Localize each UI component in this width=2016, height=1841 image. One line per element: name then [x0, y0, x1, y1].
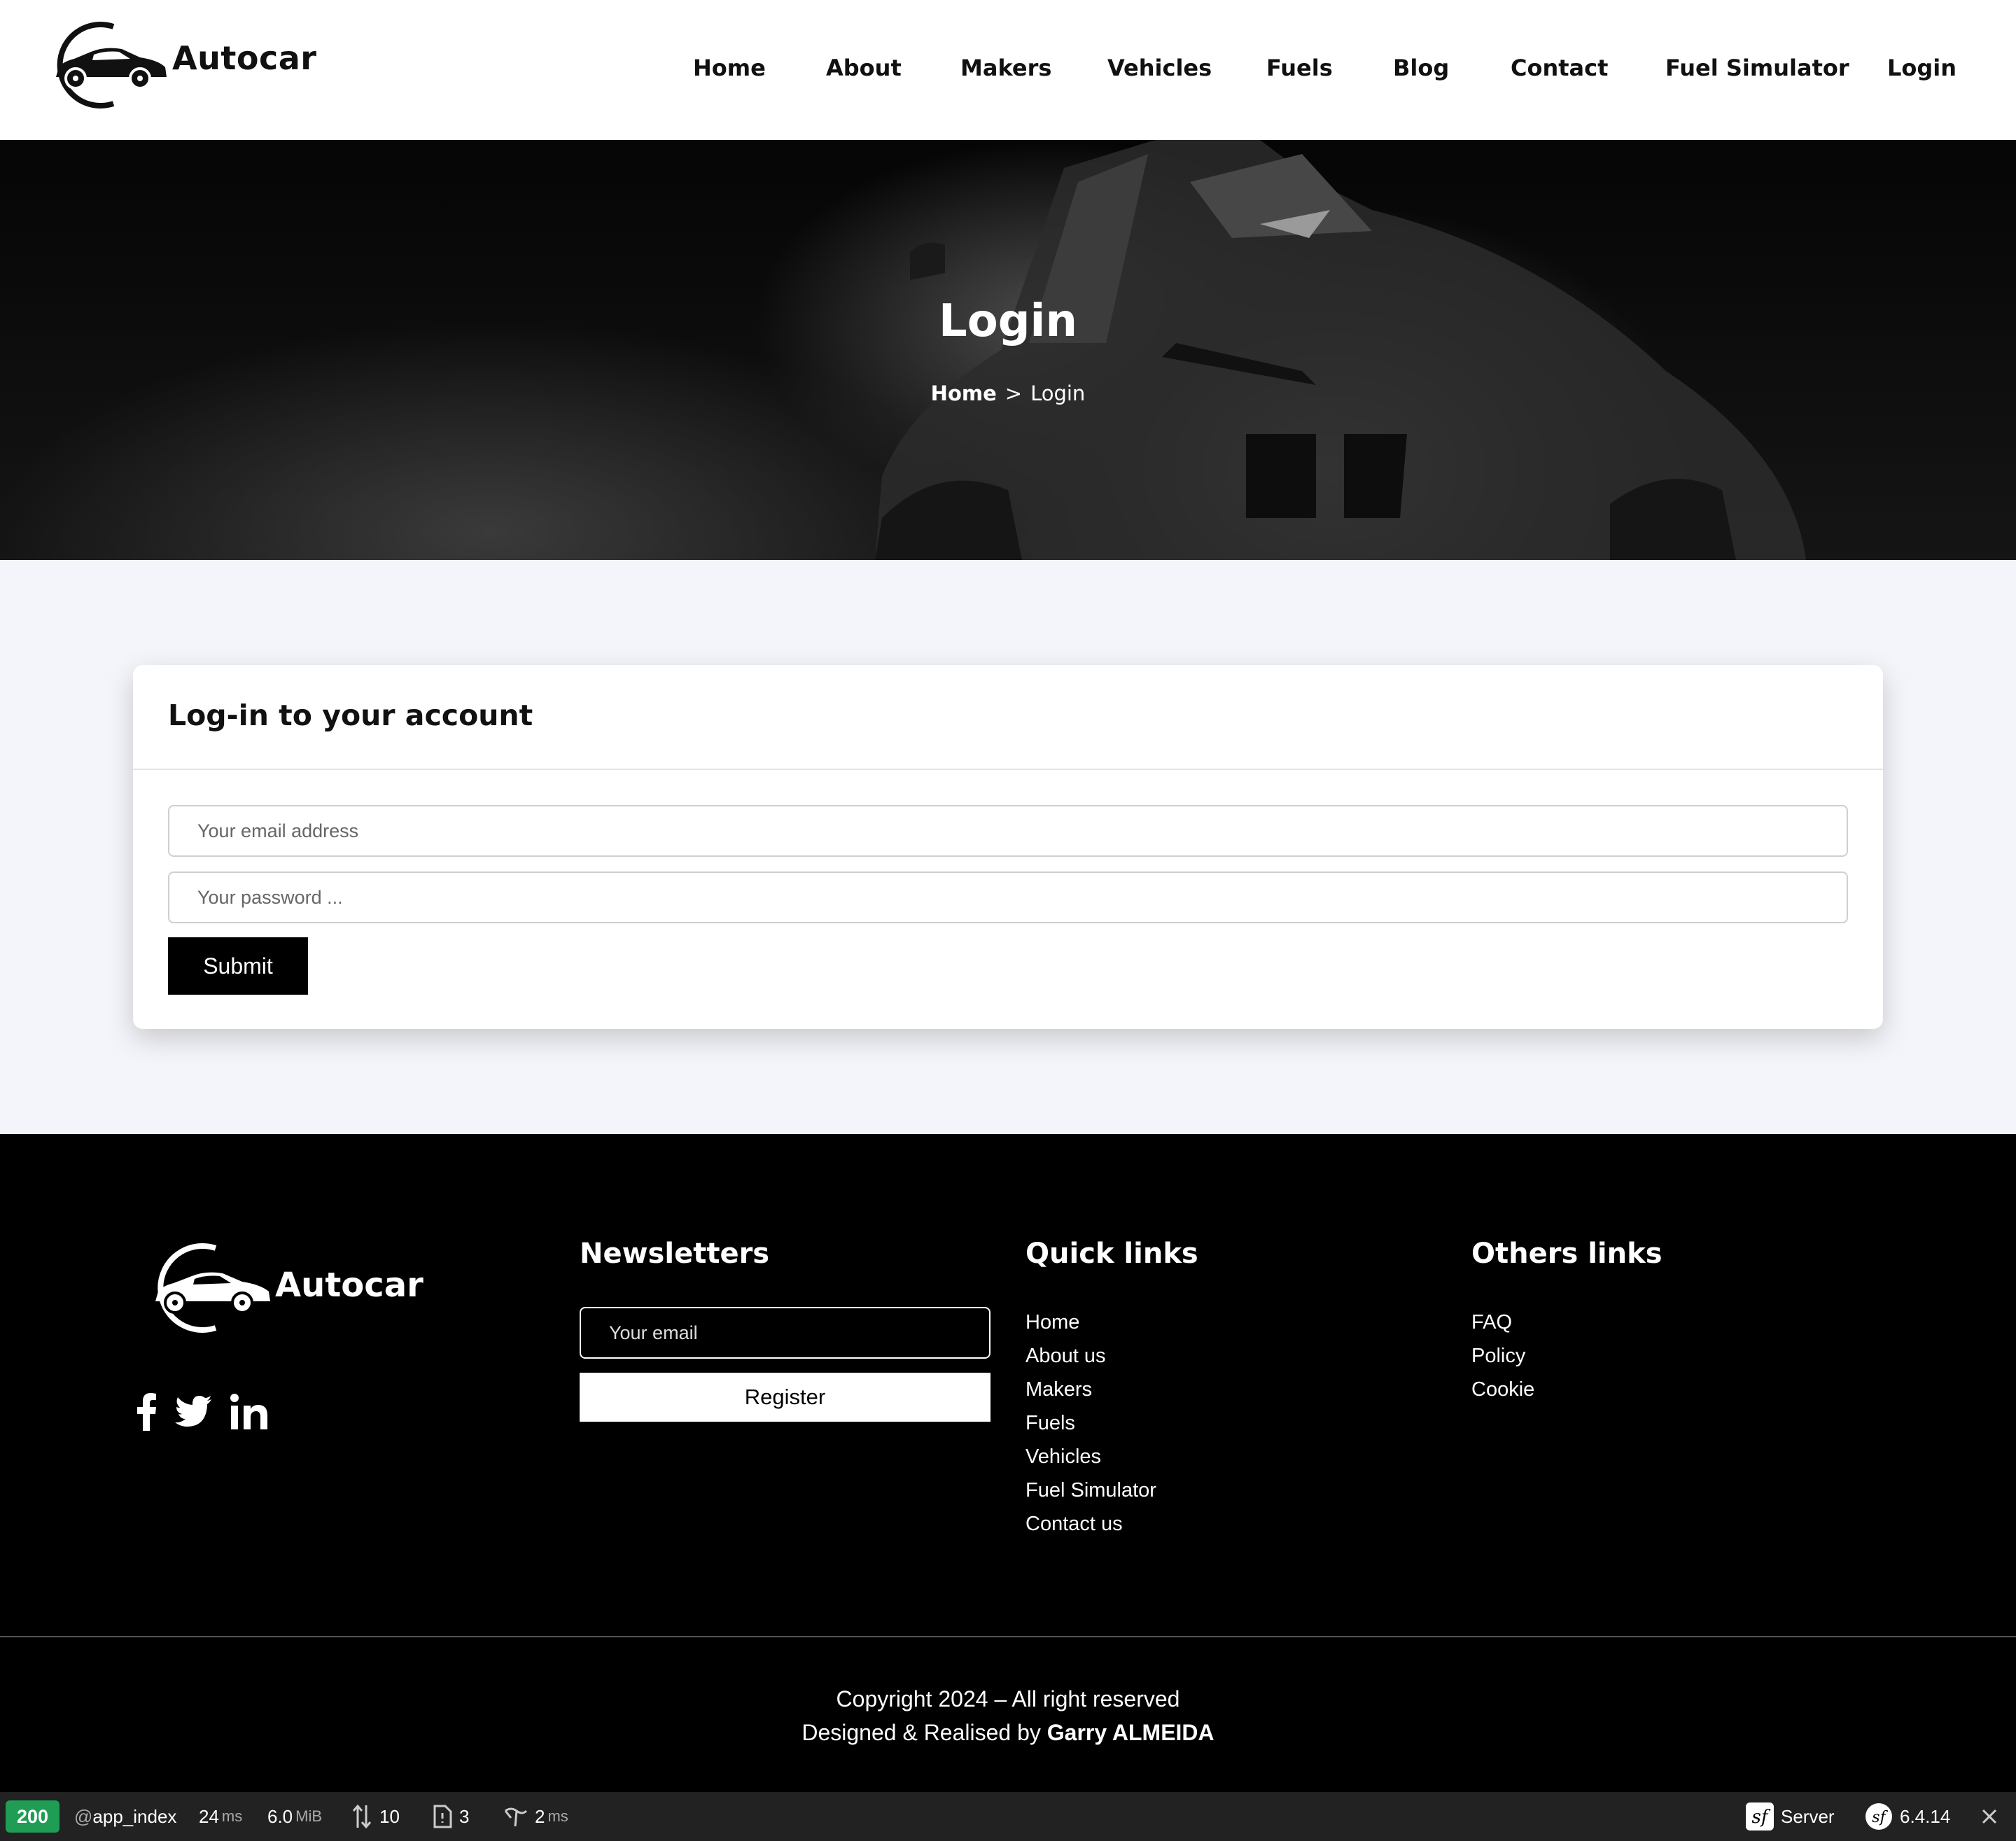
nav-vehicles[interactable]: Vehicles: [1107, 55, 1212, 81]
version-label: 6.4.14: [1900, 1805, 1951, 1827]
time-unit: ms: [221, 1807, 243, 1825]
submit-button[interactable]: Submit: [168, 937, 308, 995]
twitter-icon[interactable]: [175, 1396, 211, 1428]
close-icon: [1982, 1809, 1997, 1824]
credit-name: Garry ALMEIDA: [1046, 1720, 1214, 1745]
login-title: Log-in to your account: [168, 699, 533, 732]
credit-line: Designed & Realised by Garry ALMEIDA: [0, 1716, 2016, 1749]
list-item: About us: [1026, 1339, 1156, 1373]
quick-link-fuel-simulator[interactable]: Fuel Simulator: [1026, 1479, 1156, 1502]
list-item: Home: [1026, 1306, 1156, 1339]
nav-blog[interactable]: Blog: [1393, 55, 1449, 81]
file-icon: [433, 1805, 452, 1828]
files-count: 3: [459, 1805, 470, 1827]
quick-link-vehicles[interactable]: Vehicles: [1026, 1446, 1101, 1468]
other-link-cookie[interactable]: Cookie: [1471, 1378, 1534, 1401]
copyright-text: Copyright 2024 – All right reserved: [836, 1686, 1180, 1712]
main-nav: Home About Makers Vehicles Fuels Blog Co…: [0, 55, 2016, 87]
requests-item[interactable]: 10: [351, 1792, 400, 1841]
quick-link-fuels[interactable]: Fuels: [1026, 1412, 1075, 1434]
hero-banner: Login Home > Login: [0, 140, 2016, 560]
login-card-header: Log-in to your account: [133, 665, 1883, 770]
newsletter-title: Newsletters: [580, 1238, 770, 1270]
events-item[interactable]: 2 ms: [504, 1792, 568, 1841]
nav-fuel-simulator[interactable]: Fuel Simulator: [1665, 55, 1849, 81]
server-item[interactable]: sf Server: [1746, 1792, 1835, 1841]
list-item: Fuel Simulator: [1026, 1474, 1156, 1507]
memory-unit: MiB: [295, 1807, 323, 1825]
nav-fuels[interactable]: Fuels: [1266, 55, 1333, 81]
nav-home[interactable]: Home: [693, 55, 766, 81]
requests-count: 10: [379, 1805, 400, 1827]
list-item: Vehicles: [1026, 1440, 1156, 1474]
breadcrumb-home[interactable]: Home: [931, 382, 997, 405]
nav-login[interactable]: Login: [1887, 55, 1956, 81]
list-item: Policy: [1471, 1339, 1534, 1373]
events-unit: ms: [547, 1807, 568, 1825]
symfony-icon: sf: [1746, 1802, 1774, 1830]
list-item: Makers: [1026, 1373, 1156, 1406]
other-links-list: FAQ Policy Cookie: [1471, 1306, 1534, 1406]
events-value: 2: [535, 1805, 545, 1827]
login-card: Log-in to your account Submit: [133, 665, 1883, 1029]
social-links: [137, 1393, 267, 1431]
quick-link-home[interactable]: Home: [1026, 1311, 1079, 1334]
hero-car-image: [875, 140, 1806, 560]
newsletter-email-field[interactable]: [580, 1307, 990, 1359]
copyright: Copyright 2024 – All right reserved Desi…: [0, 1682, 2016, 1749]
event-icon: [504, 1807, 528, 1827]
list-item: Cookie: [1471, 1373, 1534, 1406]
footer-logo-text: Autocar: [275, 1266, 424, 1305]
other-link-faq[interactable]: FAQ: [1471, 1311, 1512, 1334]
footer-logo[interactable]: Autocar: [132, 1242, 424, 1334]
requests-icon: [352, 1804, 372, 1829]
list-item: Fuels: [1026, 1406, 1156, 1440]
other-links-title: Others links: [1471, 1238, 1662, 1270]
password-field[interactable]: [168, 872, 1848, 923]
version-item[interactable]: sf 6.4.14: [1865, 1792, 1950, 1841]
route-item[interactable]: @ app_index: [74, 1792, 176, 1841]
quick-link-contact[interactable]: Contact us: [1026, 1513, 1123, 1535]
time-item[interactable]: 24 ms: [199, 1792, 242, 1841]
memory-value: 6.0: [267, 1805, 293, 1827]
linkedin-icon[interactable]: [230, 1393, 267, 1431]
quick-links-list: Home About us Makers Fuels Vehicles Fuel…: [1026, 1306, 1156, 1541]
other-link-policy[interactable]: Policy: [1471, 1345, 1525, 1367]
credit-prefix: Designed & Realised by: [802, 1720, 1041, 1745]
site-footer: Autocar Newsletters Register Quick links…: [0, 1134, 2016, 1792]
quick-links-title: Quick links: [1026, 1238, 1198, 1270]
breadcrumb: Home > Login: [0, 382, 2016, 405]
list-item: FAQ: [1471, 1306, 1534, 1339]
page-title: Login: [938, 295, 1078, 347]
route-at: @: [74, 1805, 93, 1827]
facebook-icon[interactable]: [137, 1393, 157, 1431]
list-item: Contact us: [1026, 1507, 1156, 1541]
route-name: app_index: [92, 1805, 177, 1827]
quick-link-makers[interactable]: Makers: [1026, 1378, 1092, 1401]
status-badge: 200: [6, 1800, 60, 1833]
register-button[interactable]: Register: [580, 1373, 990, 1422]
debug-toolbar: 200 @ app_index 24 ms 6.0 MiB 10 3 2 ms sf S…: [0, 1792, 2016, 1841]
symfony-logo-icon: sf: [1865, 1803, 1892, 1830]
car-logo-icon: [155, 1243, 270, 1333]
nav-contact[interactable]: Contact: [1511, 55, 1608, 81]
footer-divider: [0, 1636, 2016, 1637]
memory-item[interactable]: 6.0 MiB: [267, 1792, 322, 1841]
nav-makers[interactable]: Makers: [960, 55, 1051, 81]
site-header: Autocar Home About Makers Vehicles Fuels…: [0, 0, 2016, 140]
breadcrumb-current: Login: [1030, 382, 1086, 405]
close-toolbar-button[interactable]: [1981, 1792, 2005, 1841]
breadcrumb-separator: >: [1004, 382, 1023, 405]
files-item[interactable]: 3: [433, 1792, 469, 1841]
status-item[interactable]: 200: [6, 1792, 60, 1841]
time-value: 24: [199, 1805, 219, 1827]
nav-about[interactable]: About: [826, 55, 902, 81]
quick-link-about[interactable]: About us: [1026, 1345, 1105, 1367]
email-field[interactable]: [168, 805, 1848, 857]
server-label: Server: [1781, 1805, 1835, 1827]
